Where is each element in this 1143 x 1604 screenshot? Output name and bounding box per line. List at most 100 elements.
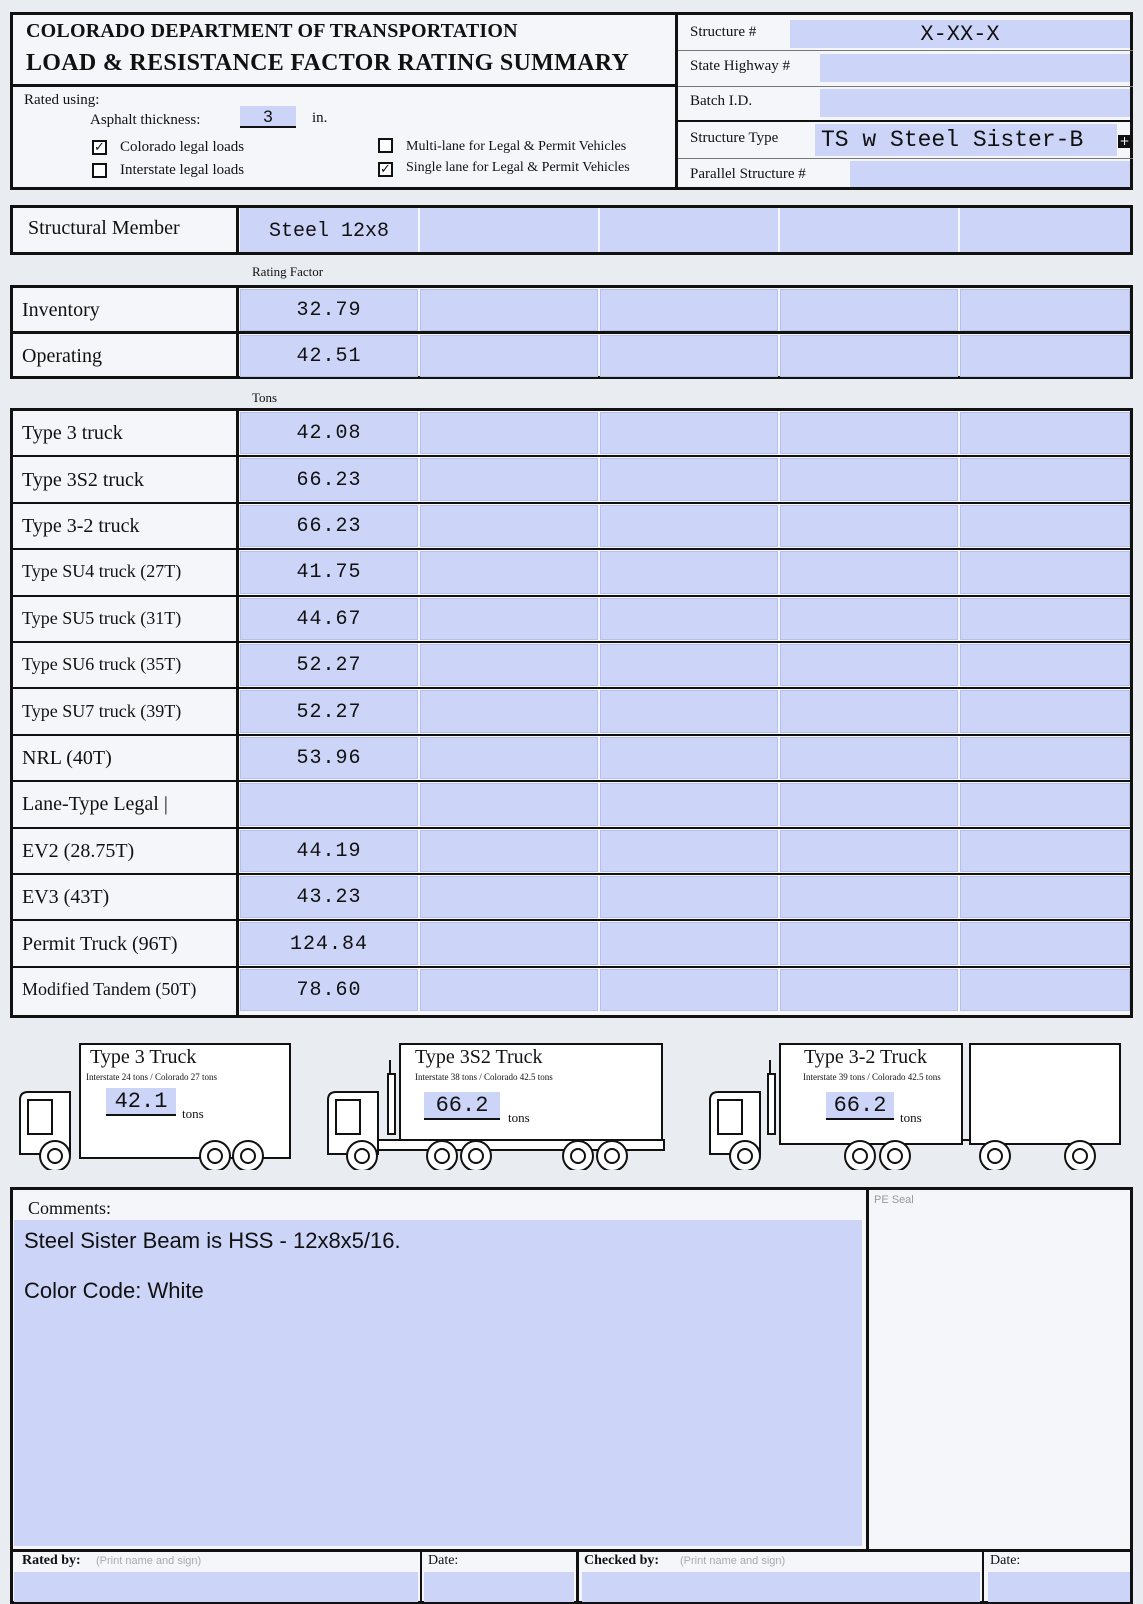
rating-row-cell[interactable] <box>600 335 778 377</box>
member-field-5[interactable] <box>960 208 1130 252</box>
colorado-legal-checkbox[interactable]: ✓ <box>92 140 107 155</box>
parallel-field[interactable] <box>850 161 1130 187</box>
tons-row-cell[interactable] <box>780 829 958 872</box>
tons-row-cell[interactable] <box>420 690 598 733</box>
expand-icon[interactable]: + <box>1118 135 1131 148</box>
tons-row-cell[interactable]: 52.27 <box>240 644 418 687</box>
tons-row-cell[interactable]: 43.23 <box>240 876 418 919</box>
tons-row-cell[interactable] <box>780 876 958 919</box>
rating-row-cell[interactable] <box>960 289 1130 331</box>
tons-row-cell[interactable] <box>600 968 778 1012</box>
tons-row-cell[interactable]: 66.23 <box>240 458 418 501</box>
tons-row-cell[interactable] <box>960 922 1130 965</box>
tons-row-cell[interactable] <box>600 922 778 965</box>
tons-row-cell[interactable] <box>960 597 1130 640</box>
tons-row-cell[interactable] <box>420 922 598 965</box>
tons-row-cell[interactable] <box>600 504 778 548</box>
tons-row-cell[interactable] <box>420 504 598 548</box>
tons-row-cell[interactable] <box>960 736 1130 780</box>
tons-row-cell[interactable] <box>780 412 958 455</box>
tons-row-cell[interactable]: 44.19 <box>240 829 418 872</box>
member-field-1[interactable]: Steel 12x8 <box>240 208 418 252</box>
tons-row-cell[interactable] <box>780 736 958 780</box>
batch-field[interactable] <box>820 89 1130 117</box>
tons-row-cell[interactable] <box>420 458 598 501</box>
tons-row-cell[interactable] <box>960 458 1130 501</box>
checked-by-field[interactable] <box>582 1572 980 1602</box>
tons-row-cell[interactable] <box>600 597 778 640</box>
tons-row-cell[interactable] <box>600 458 778 501</box>
date-2-field[interactable] <box>988 1572 1130 1602</box>
tons-row-cell[interactable]: 124.84 <box>240 922 418 965</box>
tons-row-cell[interactable] <box>240 783 418 826</box>
tons-row-cell[interactable] <box>780 644 958 687</box>
rating-row-cell[interactable] <box>420 289 598 331</box>
rating-row-cell[interactable] <box>780 289 958 331</box>
tons-row-cell[interactable] <box>960 968 1130 1012</box>
tons-row-cell[interactable] <box>420 968 598 1012</box>
rated-by-field[interactable] <box>14 1572 418 1602</box>
rating-row-cell[interactable]: 32.79 <box>240 289 418 331</box>
tons-row-cell[interactable] <box>960 412 1130 455</box>
tons-row-cell[interactable] <box>420 412 598 455</box>
member-field-3[interactable] <box>600 208 778 252</box>
tons-row-cell[interactable] <box>780 783 958 826</box>
tons-row-cell[interactable] <box>780 551 958 594</box>
tons-row-cell[interactable] <box>780 690 958 733</box>
tons-row-cell[interactable] <box>780 597 958 640</box>
rating-row-cell[interactable]: 42.51 <box>240 335 418 377</box>
truck-1-value[interactable]: 42.1 <box>106 1088 176 1116</box>
rating-row-cell[interactable] <box>420 335 598 377</box>
date-1-field[interactable] <box>424 1572 574 1602</box>
tons-row-cell[interactable] <box>960 504 1130 548</box>
tons-row-cell[interactable] <box>420 783 598 826</box>
tons-row-cell[interactable]: 66.23 <box>240 504 418 548</box>
tons-row-cell[interactable] <box>960 876 1130 919</box>
rating-row-cell[interactable] <box>780 335 958 377</box>
tons-row-cell[interactable] <box>960 644 1130 687</box>
tons-row-cell[interactable] <box>960 551 1130 594</box>
tons-row-cell[interactable]: 53.96 <box>240 736 418 780</box>
rating-row-cell[interactable] <box>960 335 1130 377</box>
tons-row-cell[interactable] <box>420 644 598 687</box>
member-field-4[interactable] <box>780 208 958 252</box>
tons-row-cell[interactable] <box>780 968 958 1012</box>
structure-type-field[interactable]: TS w Steel Sister-B <box>815 124 1117 156</box>
tons-row-cell[interactable] <box>600 412 778 455</box>
truck-2-value[interactable]: 66.2 <box>424 1092 500 1120</box>
tons-row-cell[interactable] <box>960 783 1130 826</box>
tons-row-cell[interactable] <box>420 597 598 640</box>
tons-row-cell[interactable] <box>420 876 598 919</box>
tons-row-cell[interactable] <box>600 829 778 872</box>
tons-row-cell[interactable] <box>420 736 598 780</box>
tons-row-cell[interactable] <box>780 458 958 501</box>
tons-row-cell[interactable] <box>420 829 598 872</box>
tons-row-cell[interactable] <box>780 504 958 548</box>
tons-row-cell[interactable]: 41.75 <box>240 551 418 594</box>
interstate-legal-checkbox[interactable] <box>92 163 107 178</box>
single-lane-checkbox[interactable]: ✓ <box>378 162 393 177</box>
tons-row-cell[interactable]: 44.67 <box>240 597 418 640</box>
multi-lane-checkbox[interactable] <box>378 138 393 153</box>
rated-by-hint: (Print name and sign) <box>96 1555 202 1567</box>
tons-row-cell[interactable] <box>600 736 778 780</box>
comments-field[interactable]: Steel Sister Beam is HSS - 12x8x5/16. Co… <box>14 1220 862 1546</box>
tons-row-cell[interactable] <box>420 551 598 594</box>
tons-row-cell[interactable]: 52.27 <box>240 690 418 733</box>
tons-row-cell[interactable] <box>960 690 1130 733</box>
structure-field[interactable]: X-XX-X <box>790 20 1130 48</box>
tons-row-cell[interactable]: 42.08 <box>240 412 418 455</box>
tons-row-cell[interactable] <box>600 551 778 594</box>
tons-row-cell[interactable] <box>600 876 778 919</box>
rating-row-cell[interactable] <box>600 289 778 331</box>
truck-3-value[interactable]: 66.2 <box>826 1092 894 1120</box>
tons-row-cell[interactable] <box>960 829 1130 872</box>
tons-row-cell[interactable] <box>600 644 778 687</box>
tons-row-cell[interactable] <box>600 690 778 733</box>
tons-row-cell[interactable] <box>780 922 958 965</box>
asphalt-field[interactable]: 3 <box>240 106 296 128</box>
member-field-2[interactable] <box>420 208 598 252</box>
tons-row-cell[interactable]: 78.60 <box>240 968 418 1012</box>
tons-row-cell[interactable] <box>600 783 778 826</box>
highway-field[interactable] <box>820 54 1130 82</box>
